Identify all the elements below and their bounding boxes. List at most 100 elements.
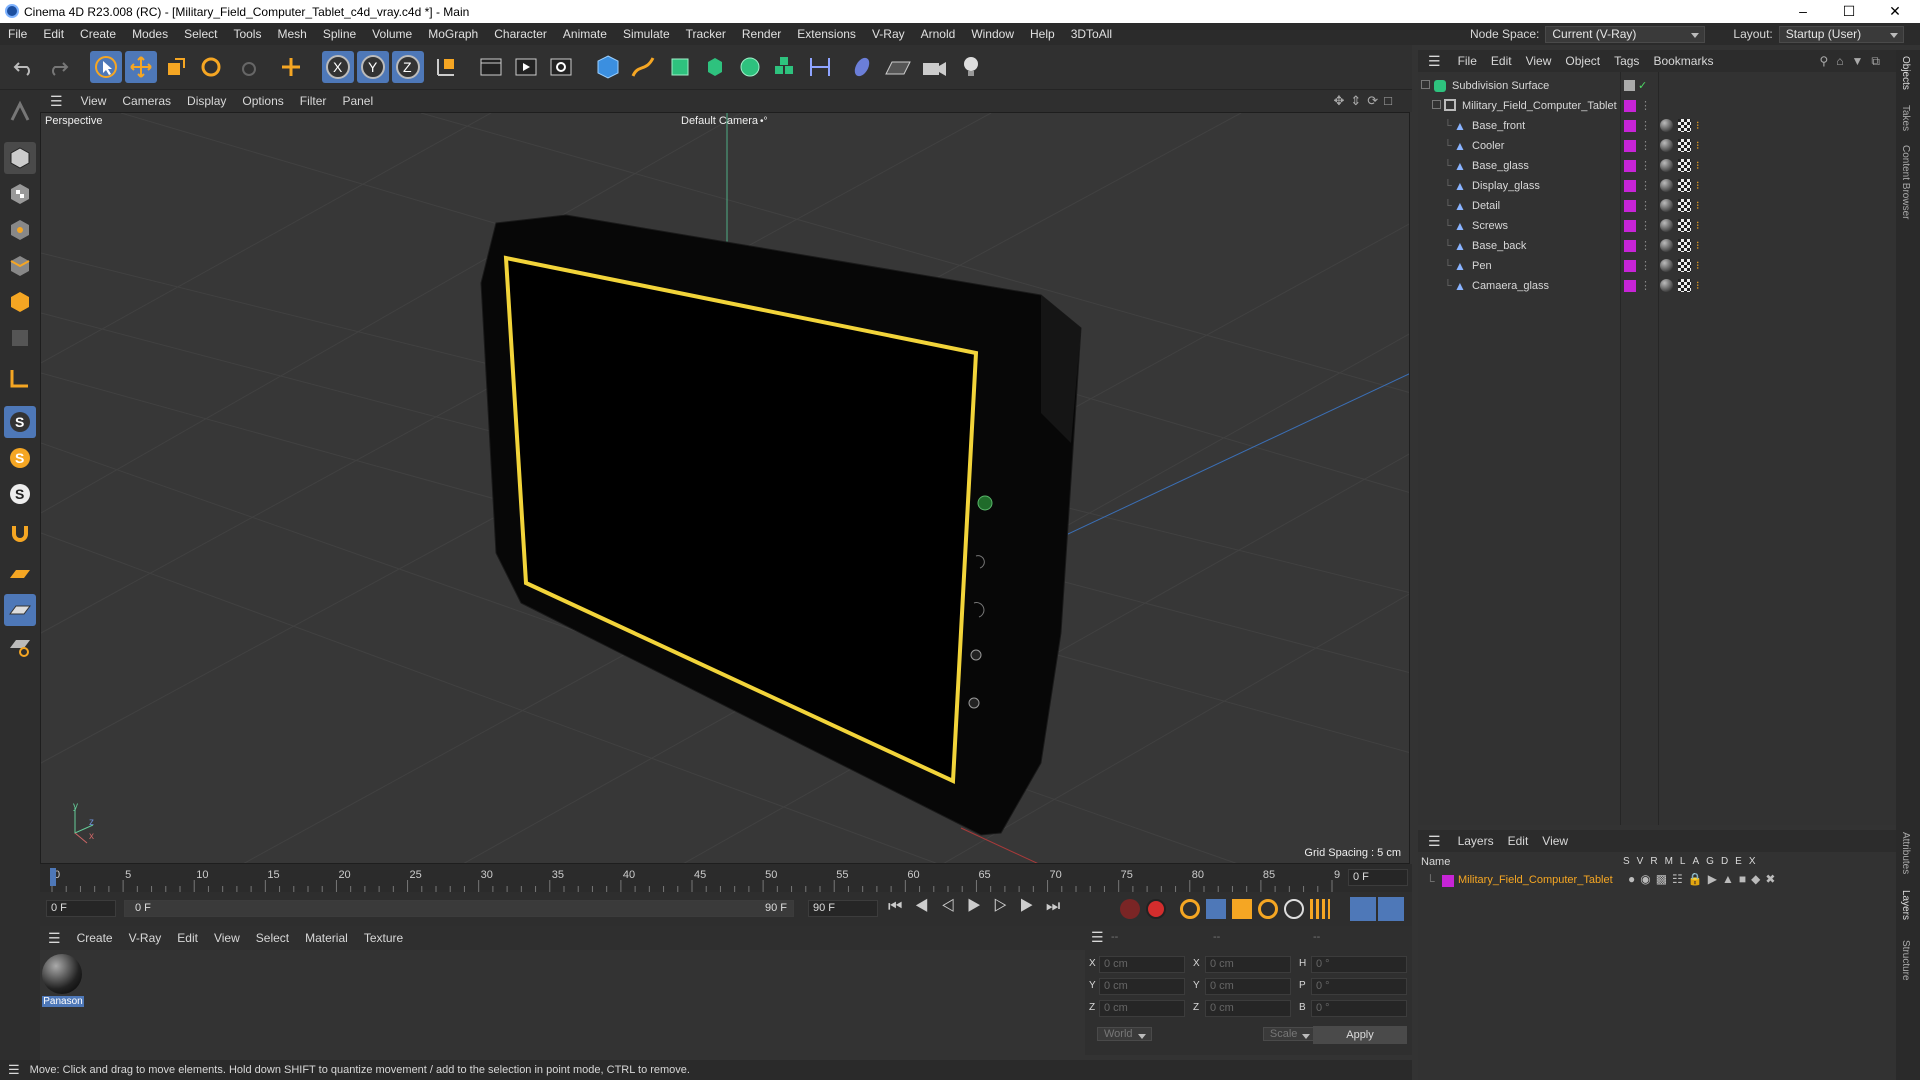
- minimize-button[interactable]: –: [1780, 0, 1826, 23]
- deformer-icon[interactable]: [769, 51, 801, 83]
- material-menu-icon[interactable]: ☰: [40, 930, 69, 947]
- material-tag-icon[interactable]: [1660, 199, 1673, 212]
- phong-tag-icon[interactable]: ⁝: [1696, 136, 1700, 156]
- col-deformers[interactable]: D: [1721, 856, 1728, 867]
- key-parameter-icon[interactable]: [1284, 899, 1304, 919]
- menu-arnold[interactable]: Arnold: [913, 27, 964, 41]
- subdivision-surface-icon[interactable]: [664, 51, 696, 83]
- visibility-dots-icon[interactable]: ⋮: [1640, 136, 1651, 156]
- next-frame-icon[interactable]: ▷: [993, 898, 1019, 915]
- menu-window[interactable]: Window: [963, 27, 1022, 41]
- extrude-generator-icon[interactable]: [699, 51, 731, 83]
- layout-dropdown[interactable]: Startup (User): [1778, 25, 1904, 43]
- goto-start-icon[interactable]: ⏮: [888, 898, 914, 915]
- layer-menu-view[interactable]: View: [1535, 834, 1575, 848]
- menu-mesh[interactable]: Mesh: [269, 27, 314, 41]
- material-menu-vray[interactable]: V-Ray: [121, 931, 170, 945]
- timeline-ruler[interactable]: 051015202530354045505560657075808590 0 F: [40, 864, 1412, 892]
- collapse-icon[interactable]: [1432, 100, 1441, 109]
- scale-tool-icon[interactable]: [160, 51, 192, 83]
- layer-color-tag[interactable]: [1624, 180, 1636, 192]
- viewport-menu-filter[interactable]: Filter: [292, 94, 335, 108]
- menu-extensions[interactable]: Extensions: [789, 27, 864, 41]
- layer-color-tag[interactable]: [1624, 220, 1636, 232]
- object-row-child[interactable]: └ ▲ Pen ⋮ ⁝: [1418, 256, 1896, 276]
- object-search-filter-icons[interactable]: ⚲⌂▼⧉: [1820, 54, 1888, 69]
- rot-h-field[interactable]: 0 °: [1311, 956, 1407, 973]
- make-editable-icon[interactable]: [4, 96, 36, 128]
- visibility-dots-icon[interactable]: ⋮: [1640, 156, 1651, 176]
- y-axis-lock-icon[interactable]: Y: [357, 51, 389, 83]
- layer-color-tag[interactable]: [1624, 120, 1636, 132]
- object-menu-tags[interactable]: Tags: [1607, 54, 1646, 68]
- phong-tag-icon[interactable]: ⁝: [1696, 156, 1700, 176]
- polygons-mode-icon[interactable]: [4, 286, 36, 318]
- floor-grid-icon[interactable]: [882, 51, 914, 83]
- phong-tag-icon[interactable]: ⁝: [1696, 116, 1700, 136]
- record-keys-icon[interactable]: [1120, 899, 1140, 919]
- workplane-snap-icon[interactable]: S: [4, 442, 36, 474]
- material-tag-icon[interactable]: [1660, 119, 1673, 132]
- uvw-tag-icon[interactable]: [1678, 219, 1691, 232]
- workplane-icon[interactable]: [4, 558, 36, 590]
- world-coordinates-icon[interactable]: [430, 51, 462, 83]
- col-solo[interactable]: S: [1623, 856, 1630, 867]
- col-animation[interactable]: A: [1692, 856, 1699, 867]
- key-scale-icon[interactable]: [1232, 899, 1252, 919]
- size-mode-dropdown[interactable]: Scale: [1262, 1027, 1317, 1041]
- phong-tag-icon[interactable]: ⁝: [1696, 236, 1700, 256]
- prev-key-icon[interactable]: ◀: [914, 898, 940, 915]
- layer-color-tag[interactable]: [1624, 240, 1636, 252]
- tab-objects[interactable]: Objects: [1900, 56, 1911, 90]
- visibility-dots-icon[interactable]: ⋮: [1640, 276, 1651, 296]
- collapse-icon[interactable]: [1421, 80, 1430, 89]
- start-frame-field[interactable]: 0 F: [46, 900, 116, 917]
- points-mode-icon[interactable]: [4, 214, 36, 246]
- object-menu-object[interactable]: Object: [1558, 54, 1607, 68]
- col-expressions[interactable]: E: [1735, 856, 1742, 867]
- layer-color-tag[interactable]: [1624, 100, 1636, 112]
- mograph-cloner-icon[interactable]: [734, 51, 766, 83]
- prev-frame-icon[interactable]: ◁: [941, 898, 967, 915]
- object-row-group[interactable]: Military_Field_Computer_Tablet ⋮: [1418, 96, 1896, 116]
- scene-object-icon[interactable]: [846, 51, 878, 83]
- visibility-dots-icon[interactable]: ⋮: [1640, 116, 1651, 136]
- visibility-dots-icon[interactable]: ⋮: [1640, 256, 1651, 276]
- motion-mode-icon[interactable]: [1350, 897, 1376, 921]
- menu-tracker[interactable]: Tracker: [678, 27, 734, 41]
- tab-layers[interactable]: Layers: [1900, 890, 1911, 920]
- uvw-tag-icon[interactable]: [1678, 239, 1691, 252]
- menu-volume[interactable]: Volume: [364, 27, 420, 41]
- object-row-child[interactable]: └ ▲ Cooler ⋮ ⁝: [1418, 136, 1896, 156]
- menu-modes[interactable]: Modes: [124, 27, 176, 41]
- menu-spline[interactable]: Spline: [315, 27, 364, 41]
- col-locked[interactable]: L: [1680, 856, 1686, 867]
- object-row-child[interactable]: └ ▲ Screws ⋮ ⁝: [1418, 216, 1896, 236]
- uvw-tag-icon[interactable]: [1678, 139, 1691, 152]
- material-menu-edit[interactable]: Edit: [169, 931, 206, 945]
- menu-simulate[interactable]: Simulate: [615, 27, 678, 41]
- tab-structure[interactable]: Structure: [1900, 940, 1911, 981]
- layer-row[interactable]: └ Military_Field_Computer_Tablet ●◉▩☷🔒▶▲…: [1418, 872, 1896, 890]
- material-tag-icon[interactable]: [1660, 219, 1673, 232]
- key-pla-icon[interactable]: [1310, 899, 1330, 919]
- phong-tag-icon[interactable]: ⁝: [1696, 256, 1700, 276]
- render-to-picture-viewer-icon[interactable]: [510, 51, 542, 83]
- viewport-menu-view[interactable]: View: [73, 94, 115, 108]
- object-row-child[interactable]: └ ▲ Display_glass ⋮ ⁝: [1418, 176, 1896, 196]
- z-axis-lock-icon[interactable]: Z: [392, 51, 424, 83]
- model-mode-icon[interactable]: [4, 142, 36, 174]
- visibility-dots-icon[interactable]: ⋮: [1640, 96, 1651, 116]
- layer-menu-edit[interactable]: Edit: [1501, 834, 1536, 848]
- pos-z-field[interactable]: 0 cm: [1099, 1000, 1185, 1017]
- coords-menu-icon[interactable]: ☰: [1091, 929, 1104, 946]
- autokey-icon[interactable]: [1146, 899, 1166, 919]
- material-tag-icon[interactable]: [1660, 259, 1673, 272]
- uvw-tag-icon[interactable]: [1678, 179, 1691, 192]
- layer-color-tag[interactable]: [1624, 160, 1636, 172]
- render-view-icon[interactable]: [475, 51, 507, 83]
- viewport-menu-cameras[interactable]: Cameras: [114, 94, 179, 108]
- object-menu-edit[interactable]: Edit: [1484, 54, 1519, 68]
- object-row-child[interactable]: └ ▲ Base_front ⋮ ⁝: [1418, 116, 1896, 136]
- object-row-child[interactable]: └ ▲ Camaera_glass ⋮ ⁝: [1418, 276, 1896, 296]
